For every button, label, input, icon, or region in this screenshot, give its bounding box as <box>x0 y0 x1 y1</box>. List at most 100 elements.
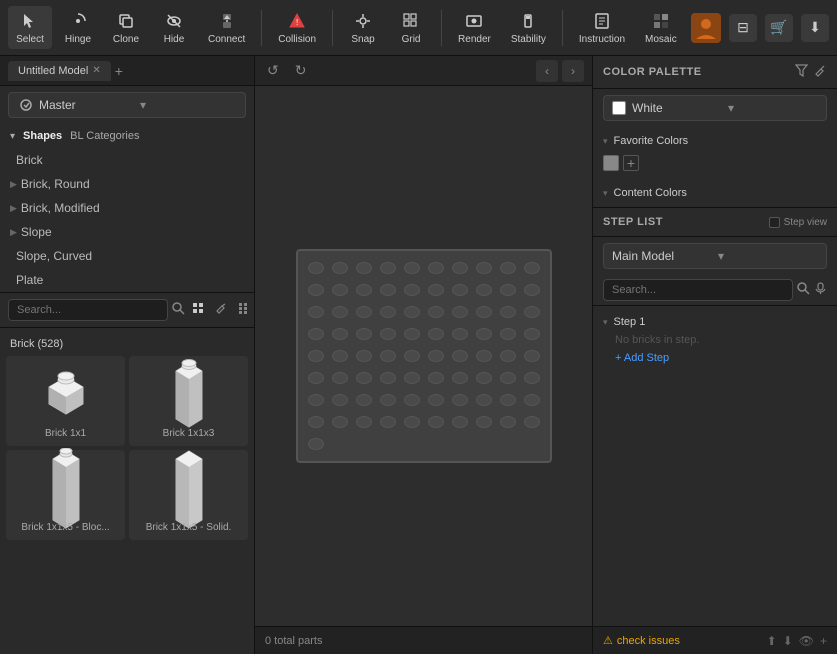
viewport-nav: ‹ › <box>536 60 584 82</box>
grid-tool[interactable]: Grid <box>389 6 433 49</box>
step-search-btn[interactable] <box>797 282 810 298</box>
mosaic-tool[interactable]: Mosaic <box>637 6 685 49</box>
hide-label: Hide <box>164 34 185 45</box>
toolbar-divider-3 <box>441 10 442 46</box>
view-toggle-btn[interactable]: 👁 <box>799 634 814 648</box>
main-layout: Untitled Model ✕ + Master ▾ ▾ Shapes BL … <box>0 56 837 654</box>
step-view-checkbox[interactable] <box>769 217 780 228</box>
total-parts-label: 0 total parts <box>265 635 322 647</box>
right-bottom-icons: ⬆ ⬇ 👁 + <box>767 634 827 648</box>
collision-tool[interactable]: ! Collision <box>270 6 324 49</box>
rotate-left-btn[interactable]: ↺ <box>263 60 283 81</box>
tab-close-btn[interactable]: ✕ <box>92 65 100 76</box>
hide-tool[interactable]: Hide <box>152 6 196 49</box>
brick-section: Brick (528) <box>0 328 254 654</box>
step-model-selector[interactable]: Main Model ▾ <box>603 243 827 269</box>
fav-swatch-1[interactable] <box>603 155 619 171</box>
stud <box>400 257 424 279</box>
shape-brick[interactable]: Brick <box>0 148 254 172</box>
no-bricks-text: No bricks in step. <box>615 334 699 346</box>
shape-plate[interactable]: Plate <box>0 268 254 292</box>
stud <box>352 257 376 279</box>
user-avatar[interactable] <box>691 13 721 43</box>
render-tool[interactable]: Render <box>450 6 499 49</box>
color-filter-btn[interactable] <box>795 64 808 80</box>
hinge-tool[interactable]: Hinge <box>56 6 100 49</box>
master-dropdown[interactable]: Master ▾ <box>8 92 246 118</box>
download-btn[interactable]: ⬇ <box>801 14 829 42</box>
color-selector[interactable]: White ▾ <box>603 95 827 121</box>
brick-1x1x5-block[interactable]: Brick 1x1x5 - Bloc... <box>6 450 125 540</box>
stud <box>496 411 520 433</box>
shapes-collapse-icon[interactable]: ▾ <box>10 131 15 142</box>
toolbar-divider-2 <box>332 10 333 46</box>
stud <box>304 411 328 433</box>
stud <box>424 257 448 279</box>
shape-brick-round[interactable]: ▶ Brick, Round <box>0 172 254 196</box>
main-toolbar: Select Hinge Clone Hide Connect ! Collis… <box>0 0 837 56</box>
stud <box>520 257 544 279</box>
stability-tool[interactable]: Stability <box>503 6 554 49</box>
step-search-input[interactable] <box>603 279 793 301</box>
add-btn[interactable]: + <box>820 634 827 648</box>
step-view-toggle[interactable]: Step view <box>769 217 827 228</box>
connect-tool[interactable]: Connect <box>200 6 253 49</box>
stud <box>520 367 544 389</box>
grid-view-btn[interactable] <box>189 300 208 320</box>
stud <box>352 367 376 389</box>
next-btn[interactable]: › <box>562 60 584 82</box>
viewport-toolbar: ↺ ↻ ‹ › <box>255 56 592 86</box>
color-edit-btn[interactable] <box>814 64 827 80</box>
edit-view-btn[interactable] <box>212 300 231 320</box>
window-btn[interactable]: ⊟ <box>729 14 757 42</box>
shape-slope-curved[interactable]: Slope, Curved <box>0 244 254 268</box>
stud <box>424 389 448 411</box>
snap-tool[interactable]: Snap <box>341 6 385 49</box>
prev-btn[interactable]: ‹ <box>536 60 558 82</box>
bl-categories-btn[interactable]: BL Categories <box>70 130 139 142</box>
collapse-btn[interactable]: ⬇ <box>783 634 793 648</box>
brick-1x1x3-preview <box>159 364 219 424</box>
rotate-right-btn[interactable]: ↻ <box>291 60 311 81</box>
instruction-label: Instruction <box>579 34 625 45</box>
shape-slope[interactable]: ▶ Slope <box>0 220 254 244</box>
stud <box>520 411 544 433</box>
add-step-btn[interactable]: + Add Step <box>603 348 681 368</box>
content-colors-header[interactable]: ▾ Content Colors <box>603 183 827 203</box>
expand-btn[interactable]: ⬆ <box>767 634 777 648</box>
brick-1x1[interactable]: Brick 1x1 <box>6 356 125 446</box>
brick-1x1x5-solid[interactable]: Brick 1x1x5 - Solid. <box>129 450 248 540</box>
search-btn[interactable] <box>172 302 185 318</box>
brick-1x1x3[interactable]: Brick 1x1x3 <box>129 356 248 446</box>
brick-1x1x3-label: Brick 1x1x3 <box>163 428 215 439</box>
step-1-header[interactable]: ▾ Step 1 <box>603 312 827 332</box>
stud <box>496 301 520 323</box>
status-bar: 0 total parts <box>255 626 592 654</box>
model-tab[interactable]: Untitled Model ✕ <box>8 61 111 81</box>
color-palette-header: COLOR PALETTE <box>593 56 837 89</box>
list-view-btn[interactable] <box>235 300 254 320</box>
color-arrow: ▾ <box>728 101 818 115</box>
viewport[interactable] <box>255 86 592 626</box>
shape-brick-modified[interactable]: ▶ Brick, Modified <box>0 196 254 220</box>
select-icon <box>19 10 41 32</box>
stud <box>376 345 400 367</box>
favorite-colors-header[interactable]: ▾ Favorite Colors <box>603 131 827 151</box>
select-label: Select <box>16 34 44 45</box>
color-name: White <box>632 101 722 115</box>
collision-icon: ! <box>286 10 308 32</box>
instruction-tool[interactable]: Instruction <box>571 6 633 49</box>
cart-btn[interactable]: 🛒 <box>765 14 793 42</box>
new-tab-btn[interactable]: + <box>115 63 123 79</box>
stud <box>424 279 448 301</box>
stud <box>328 323 352 345</box>
add-fav-color-btn[interactable]: + <box>623 155 639 171</box>
clone-tool[interactable]: Clone <box>104 6 148 49</box>
stud <box>328 301 352 323</box>
stud <box>304 257 328 279</box>
shape-slope-label: Slope <box>21 225 52 239</box>
search-input[interactable] <box>8 299 168 321</box>
check-issues[interactable]: ⚠ check issues <box>603 634 680 647</box>
select-tool[interactable]: Select <box>8 6 52 49</box>
step-mic-btn[interactable] <box>814 282 827 298</box>
